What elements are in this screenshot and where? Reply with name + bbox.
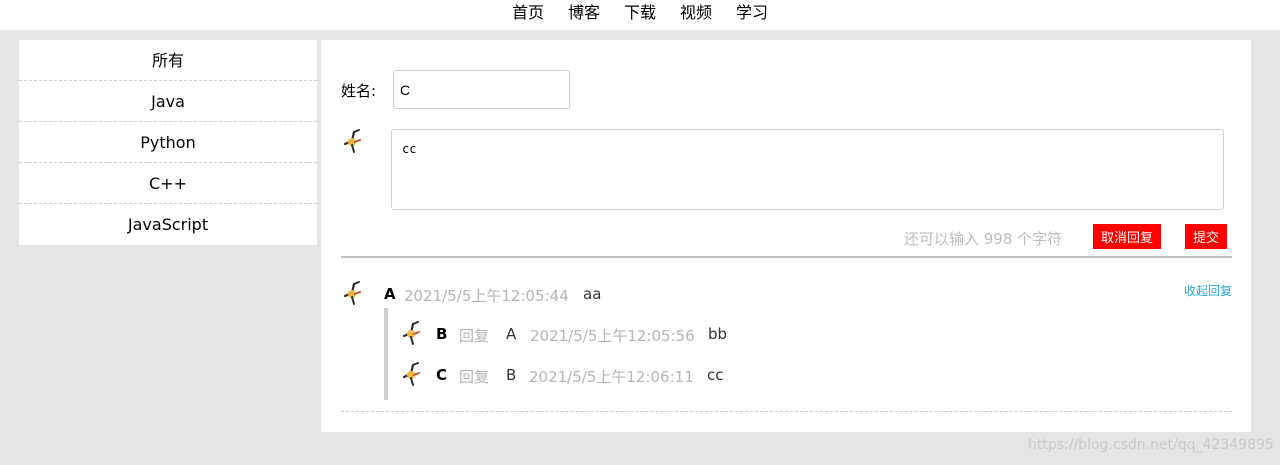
section-divider <box>341 256 1232 258</box>
collapse-replies-link[interactable]: 收起回复 <box>1184 282 1232 299</box>
char-counter: 还可以输入 998 个字符 <box>904 230 1063 248</box>
reply-to: B <box>506 366 517 384</box>
reply-word: 回复 <box>459 368 490 386</box>
sidebar-item-python[interactable]: Python <box>19 122 317 163</box>
reply-time: 2021/5/5上午12:05:56 <box>530 327 695 345</box>
avatar-icon <box>400 320 426 346</box>
avatar-icon <box>341 128 367 154</box>
reply-text: cc <box>707 366 724 384</box>
name-label: 姓名: <box>341 82 377 100</box>
nav-item-home[interactable]: 首页 <box>500 3 556 23</box>
comment-divider <box>341 411 1232 412</box>
nav-item-learn[interactable]: 学习 <box>724 3 780 23</box>
submit-button[interactable]: 提交 <box>1185 224 1228 249</box>
comment-textarea[interactable]: cc <box>391 129 1224 210</box>
reply-text: bb <box>708 325 728 343</box>
reply-author: B <box>436 325 448 343</box>
reply-list: B 回复 A 2021/5/5上午12:05:56 bb C 回复 B 2021… <box>384 308 1232 400</box>
top-nav: 首页 博客 下载 视频 学习 <box>0 0 1280 30</box>
name-input[interactable] <box>393 70 570 109</box>
reply-item: B 回复 A 2021/5/5上午12:05:56 bb <box>400 320 1230 350</box>
sidebar-item-cpp[interactable]: C++ <box>19 163 317 204</box>
sidebar-item-javascript[interactable]: JavaScript <box>19 204 317 245</box>
top-nav-list: 首页 博客 下载 视频 学习 <box>500 3 780 23</box>
category-sidebar: 所有 Java Python C++ JavaScript <box>19 40 317 245</box>
comment-item: A 2021/5/5上午12:05:44 aa 收起回复 <box>341 280 1232 308</box>
sidebar-item-java[interactable]: Java <box>19 81 317 122</box>
comment-text: aa <box>583 285 602 303</box>
sidebar-item-all[interactable]: 所有 <box>19 40 317 81</box>
nav-item-video[interactable]: 视频 <box>668 3 724 23</box>
avatar-icon <box>341 280 367 306</box>
reply-time: 2021/5/5上午12:06:11 <box>529 368 694 386</box>
reply-to: A <box>506 325 517 343</box>
comment-time: 2021/5/5上午12:05:44 <box>404 287 569 305</box>
cancel-reply-button[interactable]: 取消回复 <box>1093 224 1162 249</box>
comment-author: A <box>384 285 396 303</box>
avatar-icon <box>400 361 426 387</box>
watermark-text: https://blog.csdn.net/qq_42349895 <box>1028 437 1274 453</box>
nav-item-download[interactable]: 下载 <box>612 3 668 23</box>
reply-word: 回复 <box>459 327 490 345</box>
reply-author: C <box>436 366 448 384</box>
comment-panel: 姓名: cc 还可以输入 998 个字符 取消回复 提交 A 2021/5/5上… <box>321 40 1251 432</box>
nav-item-blog[interactable]: 博客 <box>556 3 612 23</box>
reply-item: C 回复 B 2021/5/5上午12:06:11 cc <box>400 361 1230 391</box>
